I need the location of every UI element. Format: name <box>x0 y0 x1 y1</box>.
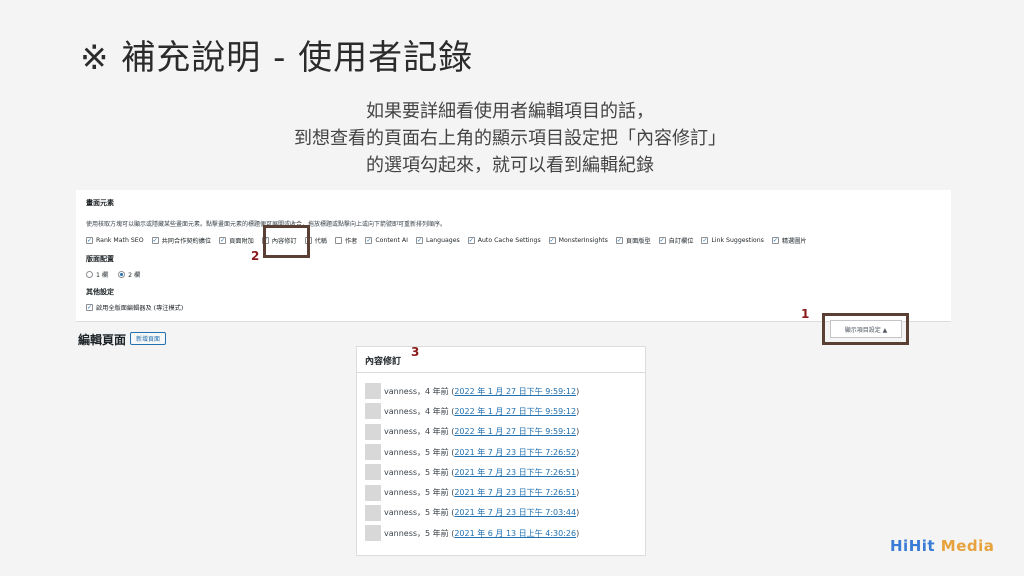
option-coauthor[interactable]: ✓ 共同合作契約擴位 <box>151 236 211 245</box>
option-page-attributes[interactable]: ✓ 頁面附加 <box>219 236 254 245</box>
checkbox[interactable]: ✓ <box>86 237 93 244</box>
list-item: vanness ，5 年前 (2021 年 6 月 13 日上午 4:30:26) <box>365 523 641 543</box>
revision-link[interactable]: 2022 年 1 月 27 日下午 9:59:12 <box>454 426 576 437</box>
revision-link[interactable]: 2021 年 7 月 23 日下午 7:26:52 <box>454 447 576 458</box>
hihit-media-logo: HiHit Media <box>890 537 994 555</box>
option-auto-cache[interactable]: ✓ Auto Cache Settings <box>467 237 541 244</box>
revision-link[interactable]: 2022 年 1 月 27 日下午 9:59:12 <box>454 406 576 417</box>
step-number-1: 1 <box>801 307 810 321</box>
screen-elements-checkbox-row: ✓ Rank Math SEO ✓ 共同合作契約擴位 ✓ 頁面附加 ✓ 內容修訂 代稱 … <box>86 236 815 245</box>
explanation-text: 如果要詳細看使用者編輯項目的話， 到想查看的頁面右上角的顯示項目設定把「內容修訂… <box>240 98 780 179</box>
screen-options-panel: 畫面元素 使用核取方塊可以顯示或隱藏某些畫面元素。點擊畫面元素的標題便可展開或收… <box>76 190 951 322</box>
explanation-line-2: 到想查看的頁面右上角的顯示項目設定把「內容修訂」 <box>294 128 726 149</box>
layout-option-1-column[interactable]: 1 欄 <box>86 270 108 279</box>
checkbox[interactable]: ✓ <box>86 304 93 311</box>
avatar <box>365 444 381 461</box>
option-monsterinsights[interactable]: ✓ MonsterInsights <box>548 237 608 244</box>
slide-title: ※ 補充說明 - 使用者記錄 <box>80 38 474 78</box>
checkbox[interactable]: ✓ <box>771 237 779 244</box>
option-content-ai[interactable]: ✓ Content AI <box>365 237 408 244</box>
checkbox[interactable]: ✓ <box>415 237 423 244</box>
logo-text-part1: HiHit <box>890 537 936 555</box>
list-item: vanness ，4 年前 (2022 年 1 月 27 日下午 9:59:12) <box>365 422 641 442</box>
option-featured-image[interactable]: ✓ 精選圖片 <box>771 236 807 245</box>
option-author[interactable]: 作者 <box>334 236 357 245</box>
explanation-line-3: 的選項勾起來，就可以看到編輯紀錄 <box>366 155 654 176</box>
avatar <box>365 423 381 440</box>
step-number-3: 3 <box>411 345 420 359</box>
layout-heading: 版面配置 <box>86 255 114 263</box>
revision-link[interactable]: 2021 年 7 月 23 日下午 7:26:51 <box>454 487 576 498</box>
fullscreen-editor-option[interactable]: ✓ 啟用全版面編輯器及 (專注模式) <box>86 303 183 312</box>
list-item: vanness ，4 年前 (2022 年 1 月 27 日下午 9:59:12) <box>365 381 641 401</box>
list-item: vanness ，4 年前 (2022 年 1 月 27 日下午 9:59:12) <box>365 401 641 421</box>
option-rank-math-seo[interactable]: ✓ Rank Math SEO <box>86 237 144 244</box>
step-number-2: 2 <box>251 249 260 263</box>
radio-button[interactable] <box>86 271 93 278</box>
avatar <box>365 403 381 420</box>
highlight-screen-options-button <box>822 313 909 345</box>
revision-link[interactable]: 2021 年 6 月 13 日上午 4:30:26 <box>454 528 576 539</box>
checkbox[interactable]: ✓ <box>701 237 709 244</box>
checkbox[interactable]: ✓ <box>151 237 159 244</box>
list-item: vanness ，5 年前 (2021 年 7 月 23 日下午 7:26:51) <box>365 462 641 482</box>
avatar <box>365 383 381 400</box>
screen-elements-heading: 畫面元素 <box>86 199 114 207</box>
layout-option-2-columns[interactable]: 2 欄 <box>118 270 140 279</box>
highlight-revisions-option <box>263 225 310 258</box>
checkbox[interactable] <box>334 237 342 244</box>
option-languages[interactable]: ✓ Languages <box>415 237 460 244</box>
revision-link[interactable]: 2021 年 7 月 23 日下午 7:03:44 <box>454 507 576 518</box>
explanation-line-1: 如果要詳細看使用者編輯項目的話， <box>366 101 654 122</box>
revisions-title: 內容修訂 <box>365 357 402 367</box>
option-page-template[interactable]: ✓ 頁面版型 <box>615 236 651 245</box>
checkbox[interactable]: ✓ <box>365 237 373 244</box>
avatar <box>365 484 381 501</box>
avatar <box>365 464 381 481</box>
other-settings-heading: 其他設定 <box>86 288 114 296</box>
logo-text-part2: Media <box>940 537 995 555</box>
revisions-list: vanness ，4 年前 (2022 年 1 月 27 日下午 9:59:12)… <box>365 381 641 543</box>
radio-button[interactable] <box>118 271 126 278</box>
checkbox[interactable]: ✓ <box>467 237 475 244</box>
checkbox[interactable]: ✓ <box>615 237 623 244</box>
list-item: vanness ，5 年前 (2021 年 7 月 23 日下午 7:26:52) <box>365 442 641 462</box>
revision-link[interactable]: 2021 年 7 月 23 日下午 7:26:51 <box>454 467 576 478</box>
layout-radio-group: 1 欄 2 欄 <box>86 270 150 279</box>
checkbox[interactable]: ✓ <box>658 237 666 244</box>
divider <box>357 372 645 373</box>
avatar <box>365 525 381 542</box>
checkbox[interactable]: ✓ <box>548 237 556 244</box>
revision-link[interactable]: 2022 年 1 月 27 日下午 9:59:12 <box>454 386 576 397</box>
option-link-suggestions[interactable]: ✓ Link Suggestions <box>701 237 764 244</box>
add-new-page-button[interactable]: 新增頁面 <box>130 332 167 345</box>
checkbox[interactable]: ✓ <box>219 237 227 244</box>
list-item: vanness ，5 年前 (2021 年 7 月 23 日下午 7:26:51) <box>365 482 641 502</box>
revisions-panel: 內容修訂 vanness ，4 年前 (2022 年 1 月 27 日下午 9:5… <box>356 346 646 556</box>
option-custom-fields[interactable]: ✓ 自訂欄位 <box>658 236 693 245</box>
avatar <box>365 504 381 521</box>
list-item: vanness ，5 年前 (2021 年 7 月 23 日下午 7:03:44) <box>365 503 641 523</box>
page-title: 編輯頁面 <box>78 333 127 347</box>
